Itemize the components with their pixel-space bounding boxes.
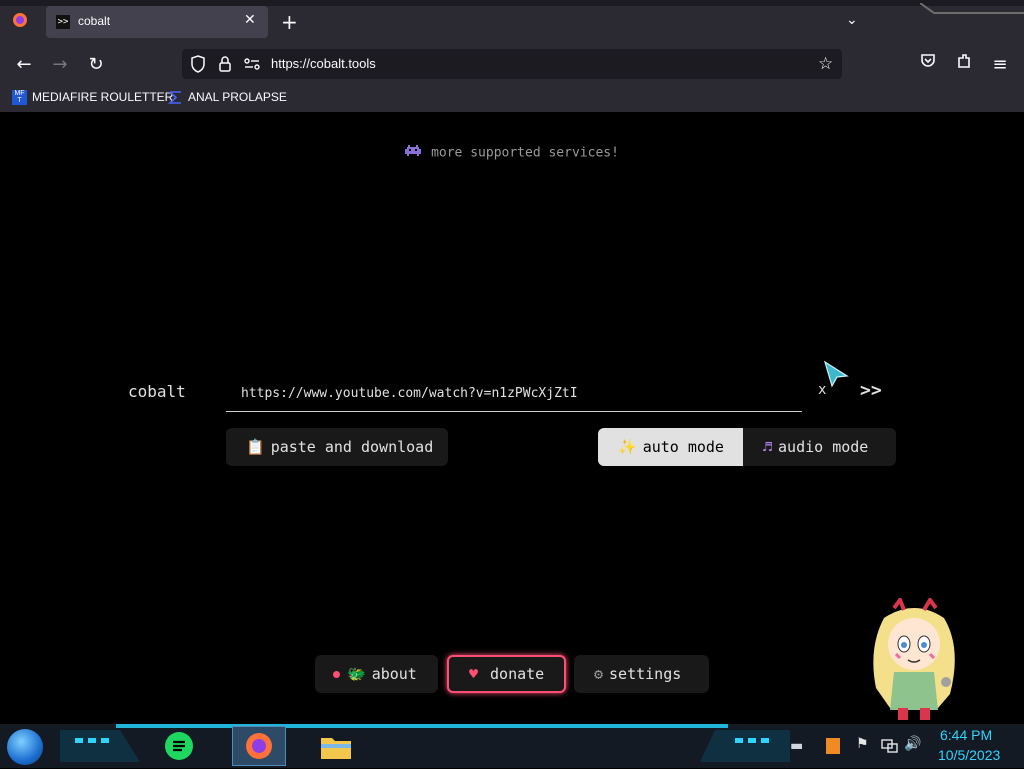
clock-date[interactable]: 10/5/2023 — [938, 747, 1000, 763]
donate-button[interactable]: ♥ donate — [447, 655, 566, 693]
new-tab-button[interactable]: + — [281, 10, 298, 34]
url-input-wrapper — [226, 374, 803, 412]
tracking-shield-icon[interactable] — [190, 55, 206, 77]
menu-hamburger-icon[interactable]: ≡ — [987, 52, 1013, 78]
url-text[interactable]: https://cobalt.tools — [271, 56, 376, 71]
sigma-icon — [167, 90, 183, 105]
settings-label: settings — [609, 665, 682, 683]
clipboard-icon: 📋 — [246, 438, 265, 456]
tab-cobalt[interactable]: >> cobalt ✕ — [46, 6, 268, 38]
space-invader-icon — [405, 144, 422, 162]
bookmark-star-icon[interactable]: ☆ — [818, 54, 833, 74]
tab-favicon-icon: >> — [56, 15, 70, 29]
forward-button[interactable]: → — [47, 52, 73, 78]
close-icon[interactable]: ✕ — [244, 12, 256, 28]
about-button[interactable]: 🐲 about — [315, 655, 438, 693]
paste-label: paste and download — [270, 438, 434, 456]
start-orb-button[interactable] — [7, 729, 43, 765]
more-services-link[interactable]: more supported services! — [0, 144, 1024, 162]
spotify-icon[interactable] — [165, 732, 193, 760]
lock-icon[interactable] — [218, 55, 232, 77]
reload-button[interactable]: ↻ — [83, 52, 109, 78]
network-icon[interactable] — [880, 736, 898, 758]
firefox-taskbar-button[interactable] — [232, 726, 286, 766]
cobalt-logo: cobalt — [128, 382, 186, 401]
sparkles-icon: ✨ — [618, 438, 637, 456]
firefox-menu-icon[interactable] — [12, 12, 28, 28]
tab-strip: >> cobalt ✕ + ⌄ — [0, 0, 1024, 44]
permissions-icon[interactable] — [243, 56, 261, 76]
address-bar[interactable]: https://cobalt.tools ☆ — [182, 49, 842, 79]
download-go-button[interactable]: >> — [860, 380, 882, 401]
notification-dot-icon — [333, 671, 340, 678]
window-frame-decoration — [919, 0, 1024, 14]
url-input[interactable] — [226, 374, 803, 412]
donate-label: donate — [490, 665, 545, 683]
bookmark-item-second[interactable]: ANAL PROLAPSE — [167, 90, 287, 105]
auto-mode-label: auto mode — [642, 438, 724, 456]
volume-icon[interactable]: 🔊 — [904, 736, 921, 752]
paste-and-download-button[interactable]: 📋 paste and download — [226, 428, 448, 466]
list-tabs-chevron-down-icon[interactable]: ⌄ — [846, 12, 858, 28]
back-button[interactable]: ← — [11, 52, 37, 78]
audio-mode-label: audio mode — [778, 438, 869, 456]
extensions-icon[interactable] — [951, 52, 977, 78]
show-desktop-icon[interactable]: ▬ — [790, 738, 803, 754]
tray-app-icon[interactable] — [826, 738, 840, 754]
file-explorer-icon[interactable] — [320, 732, 352, 760]
clock-time[interactable]: 6:44 PM — [940, 727, 992, 743]
taskbar: ▬ ⚑ 🔊 — [0, 724, 1024, 768]
settings-button[interactable]: ⚙ settings — [574, 655, 709, 693]
mouse-cursor-icon — [823, 360, 849, 392]
pocket-icon[interactable] — [915, 52, 941, 78]
bookmark-label: ANAL PROLAPSE — [188, 90, 287, 104]
bookmarks-toolbar: MF T MEDIAFIRE ROULETTER ANAL PROLAPSE — [0, 86, 1024, 112]
audio-mode-toggle[interactable]: ♬ audio mode — [743, 428, 896, 466]
gear-icon: ⚙ — [594, 665, 604, 683]
action-center-flag-icon[interactable]: ⚑ — [856, 736, 869, 752]
tab-title: cobalt — [78, 14, 111, 28]
dragon-icon: 🐲 — [347, 665, 366, 683]
heart-icon: ♥ — [469, 665, 479, 683]
desktop-mascot-image — [864, 595, 964, 722]
auto-mode-toggle[interactable]: ✨ auto mode — [598, 428, 743, 466]
about-label: about — [371, 665, 417, 683]
music-notes-icon: ♬ — [763, 438, 773, 456]
services-label: more supported services! — [431, 145, 619, 161]
bookmark-item-mediafire[interactable]: MF T MEDIAFIRE ROULETTER — [12, 90, 174, 106]
bookmark-label: MEDIAFIRE ROULETTER — [32, 90, 174, 104]
mediafire-icon: MF T — [12, 90, 27, 106]
